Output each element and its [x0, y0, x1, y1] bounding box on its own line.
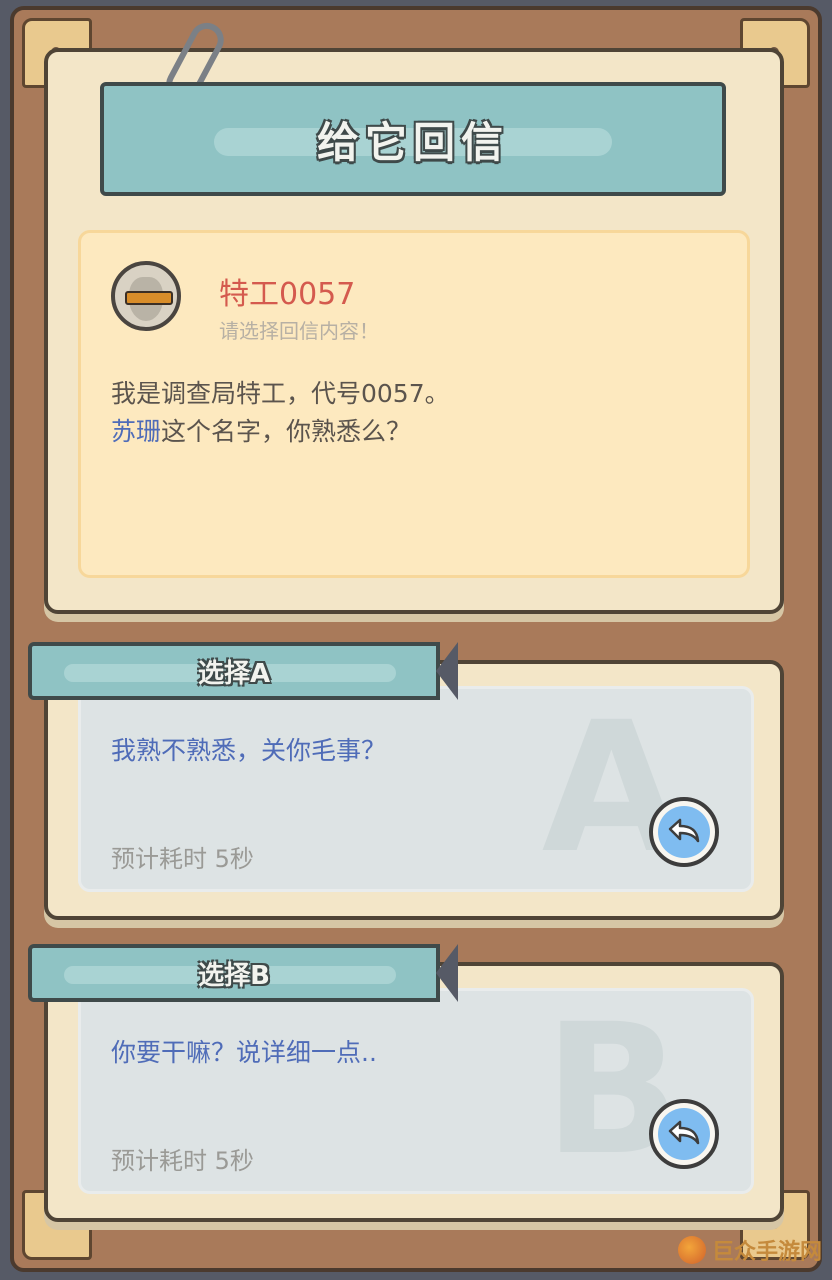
letter-line-2: 苏珊这个名字，你熟悉么？	[111, 413, 450, 451]
option-a-text: 我熟不熟悉，关你毛事？	[111, 736, 387, 765]
site-watermark: 巨众手游网	[677, 1234, 822, 1266]
option-a-tab: 选择A	[28, 642, 458, 700]
option-a-reply-button[interactable]	[649, 797, 719, 867]
letter-line-1: 我是调查局特工，代号0057。	[111, 379, 450, 408]
option-b-tab: 选择B	[28, 944, 458, 1002]
avatar	[111, 261, 181, 331]
reply-hint: 请选择回信内容！	[219, 319, 379, 343]
option-a-content: A 我熟不熟悉，关你毛事？ 预计耗时 5秒	[78, 686, 754, 892]
reply-arrow-icon	[668, 818, 700, 843]
option-b-reply-button[interactable]	[649, 1099, 719, 1169]
sender-name: 特工0057	[219, 277, 356, 312]
highlighted-name: 苏珊	[111, 417, 162, 446]
reply-arrow-icon	[668, 1120, 700, 1145]
option-b-label: 选择B	[198, 960, 270, 991]
title-banner: 给它回信	[100, 82, 726, 196]
option-a-time: 预计耗时 5秒	[111, 845, 254, 873]
letter-line-2-rest: 这个名字，你熟悉么？	[161, 417, 412, 446]
flame-logo-icon	[677, 1236, 706, 1264]
option-a-label: 选择A	[197, 658, 271, 689]
option-b-content: B 你要干嘛？说详细一点.. 预计耗时 5秒	[78, 988, 754, 1194]
letter-body: 我是调查局特工，代号0057。 苏珊这个名字，你熟悉么？	[111, 375, 450, 451]
letter-card: 特工0057 请选择回信内容！ 我是调查局特工，代号0057。 苏珊这个名字，你…	[78, 230, 750, 578]
option-b-text: 你要干嘛？说详细一点..	[111, 1038, 377, 1067]
watermark-text: 巨众手游网	[711, 1239, 822, 1265]
option-b-time: 预计耗时 5秒	[111, 1147, 254, 1175]
page-title: 给它回信	[316, 117, 509, 167]
